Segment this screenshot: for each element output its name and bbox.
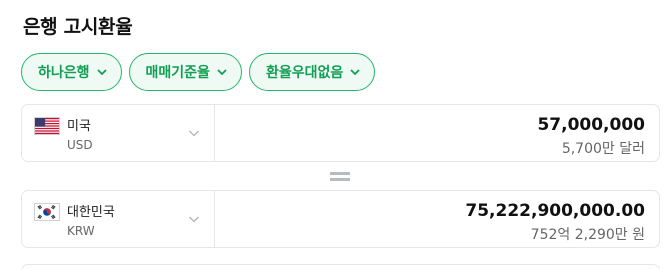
from-currency-row: 미국 USD 57,000,000 5,700만 달러 xyxy=(21,104,660,162)
from-currency-select[interactable]: 미국 USD xyxy=(22,105,215,161)
bank-select-label: 하나은행 xyxy=(38,65,90,81)
preferential-rate-label: 환율우대없음 xyxy=(265,65,344,81)
page-title: 은행 고시환율 xyxy=(23,16,133,38)
chevron-down-icon xyxy=(189,216,199,223)
to-currency-select[interactable]: 대한민국 KRW xyxy=(22,191,215,247)
preferential-rate-chip[interactable]: 환율우대없음 xyxy=(248,53,376,91)
from-currency-code: USD xyxy=(67,138,93,152)
from-currency-name: 미국 xyxy=(67,119,91,134)
from-amount-value: 57,000,000 xyxy=(537,115,645,135)
next-section-edge xyxy=(21,264,660,269)
kr-flag-icon xyxy=(34,203,60,221)
us-flag-icon xyxy=(34,117,60,135)
chevron-down-icon xyxy=(350,69,360,76)
chevron-down-icon xyxy=(217,69,227,76)
to-amount-input[interactable]: 75,222,900,000.00 752억 2,290만 원 xyxy=(215,191,659,247)
to-currency-row: 대한민국 KRW 75,222,900,000.00 752억 2,290만 원 xyxy=(21,190,660,248)
rate-type-chip[interactable]: 매매기준율 xyxy=(128,53,242,91)
from-amount-korean: 5,700만 달러 xyxy=(561,141,645,157)
chevron-down-icon xyxy=(96,69,107,76)
to-amount-value: 75,222,900,000.00 xyxy=(465,201,645,221)
rate-type-label: 매매기준율 xyxy=(145,65,210,81)
to-amount-korean: 752억 2,290만 원 xyxy=(530,227,645,243)
equals-icon xyxy=(330,172,350,182)
to-currency-name: 대한민국 xyxy=(67,205,115,220)
bank-select-chip[interactable]: 하나은행 xyxy=(21,53,122,91)
from-amount-input[interactable]: 57,000,000 5,700만 달러 xyxy=(215,105,659,161)
filter-bar: 하나은행 매매기준율 환율우대없음 xyxy=(21,53,376,91)
chevron-down-icon xyxy=(189,130,199,137)
to-currency-code: KRW xyxy=(67,224,95,238)
